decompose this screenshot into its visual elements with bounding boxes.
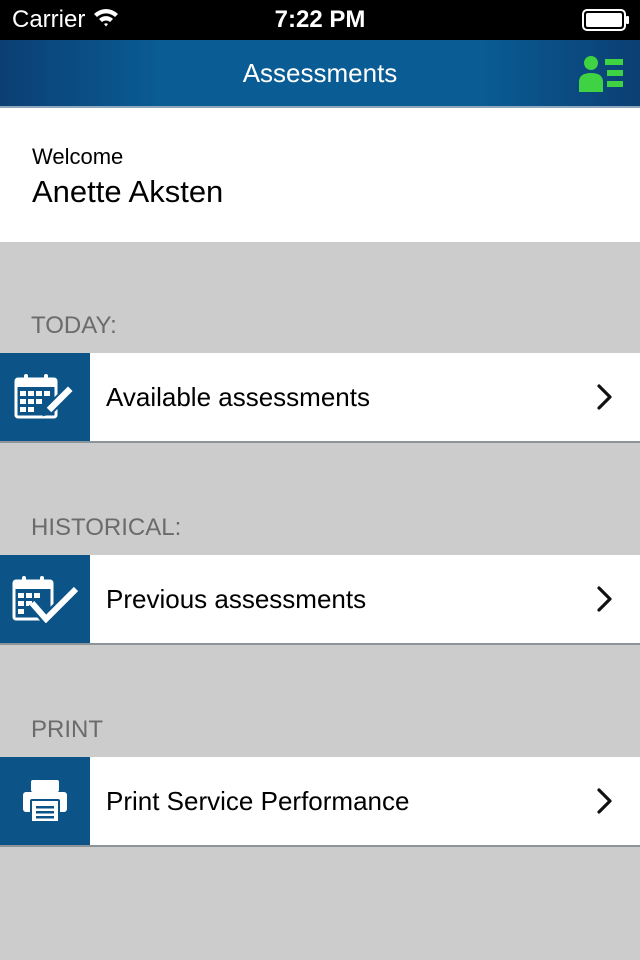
chevron-right-icon <box>596 585 614 613</box>
section-header-historical: HISTORICAL: <box>31 514 182 541</box>
printer-icon <box>0 757 90 845</box>
section-header-today: TODAY: <box>31 312 117 339</box>
previous-assessments-label: Previous assessments <box>106 584 367 614</box>
navigation-bar: Assessments <box>0 40 640 108</box>
user-name: Anette Aksten <box>32 174 224 209</box>
welcome-label: Welcome <box>32 144 124 169</box>
calendar-check-icon <box>0 555 90 643</box>
page-title: Assessments <box>242 58 398 88</box>
welcome-panel: Welcome Anette Aksten <box>0 108 640 242</box>
battery-icon <box>582 9 630 31</box>
print-service-performance-label: Print Service Performance <box>106 786 410 816</box>
chevron-right-icon <box>596 383 614 411</box>
previous-assessments-row[interactable]: Previous assessments <box>0 555 640 645</box>
print-service-performance-row[interactable]: Print Service Performance <box>0 757 640 847</box>
status-time: 7:22 PM <box>274 6 366 33</box>
section-header-print: PRINT <box>31 716 103 743</box>
profile-list-icon[interactable] <box>578 54 626 94</box>
status-bar: Carrier 7:22 PM <box>0 0 640 40</box>
available-assessments-label: Available assessments <box>106 382 370 412</box>
chevron-right-icon <box>596 787 614 815</box>
calendar-edit-icon <box>0 353 90 441</box>
screen: Carrier 7:22 PM Assessments Welcome Anet… <box>0 0 640 960</box>
available-assessments-row[interactable]: Available assessments <box>0 353 640 443</box>
